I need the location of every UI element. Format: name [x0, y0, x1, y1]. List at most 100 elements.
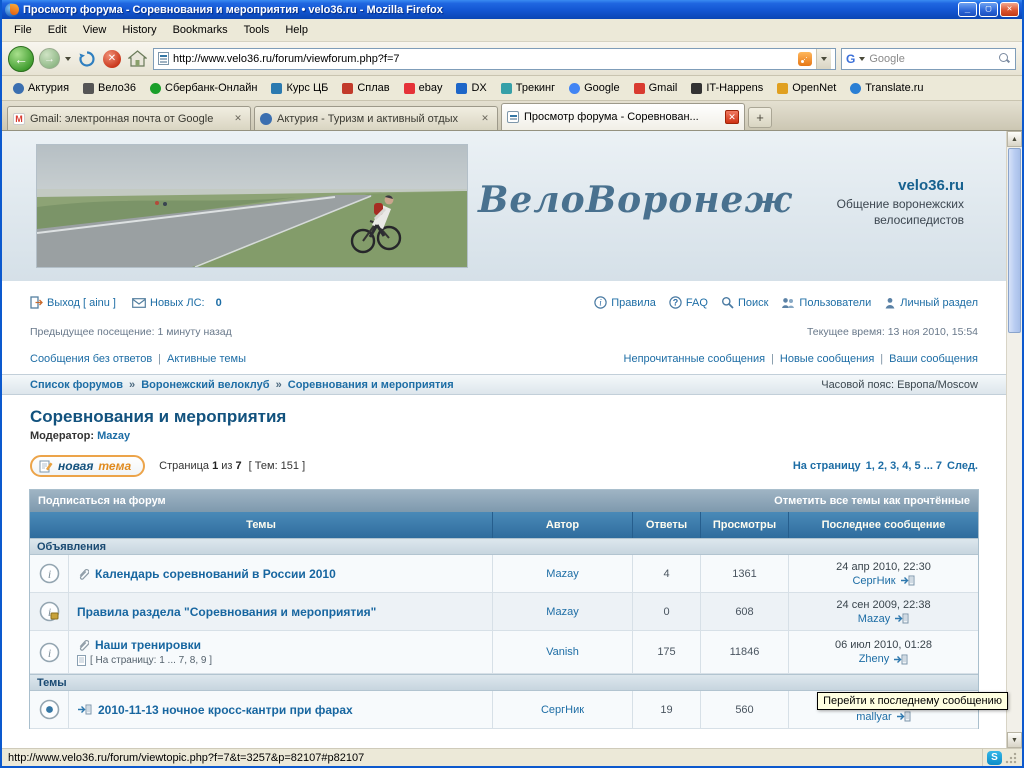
author-link[interactable]: Vanish [546, 646, 579, 658]
user-control-panel-link[interactable]: Личный раздел [884, 297, 978, 309]
skype-icon[interactable]: S [987, 751, 1002, 765]
bookmark-item[interactable]: Трекинг [494, 80, 562, 96]
forum-page: ВелоВоронеж velo36.ru Общение воронежски… [2, 131, 1006, 748]
your-posts-link[interactable]: Ваши сообщения [889, 353, 978, 365]
search-go-icon[interactable] [998, 52, 1011, 65]
bookmark-item[interactable]: Актурия [6, 80, 76, 96]
pagination-next-link[interactable]: След. [947, 460, 978, 472]
search-input[interactable]: Google [869, 53, 994, 65]
breadcrumb-board-index[interactable]: Список форумов [30, 379, 123, 391]
tab-close-icon[interactable]: ✕ [231, 112, 245, 126]
column-header-replies: Ответы [632, 512, 700, 538]
bookmark-item[interactable]: Курс ЦБ [264, 80, 335, 96]
author-link[interactable]: СергНик [541, 704, 584, 716]
menu-item[interactable]: Help [277, 20, 316, 40]
new-posts-link[interactable]: Новые сообщения [780, 353, 874, 365]
faq-link[interactable]: ? FAQ [669, 296, 708, 309]
menu-item[interactable]: Bookmarks [165, 20, 236, 40]
section-announcements: Объявления [30, 538, 978, 555]
logout-link[interactable]: Выход [ ainu ] [30, 296, 116, 309]
forward-button[interactable]: → [39, 48, 60, 69]
site-logo[interactable]: ВелоВоронеж [478, 179, 792, 221]
tab-gmail[interactable]: Gmail: электронная почта от Google ✕ [7, 106, 251, 130]
moderator-line: Модератор: Mazay [30, 430, 978, 442]
last-post-author-link[interactable]: СергНик [852, 575, 895, 587]
paperclip-icon [77, 638, 89, 652]
moderator-link[interactable]: Mazay [97, 430, 130, 442]
breadcrumb-category[interactable]: Воронежский велоклуб [141, 379, 269, 391]
url-dropdown-button[interactable] [816, 49, 831, 69]
menu-item[interactable]: History [114, 20, 164, 40]
bookmark-item[interactable]: Вело36 [76, 80, 143, 96]
last-post-author-link[interactable]: mallyar [856, 711, 891, 723]
search-box[interactable]: G Google [841, 48, 1016, 70]
refresh-button[interactable] [76, 48, 98, 70]
url-input[interactable]: http://www.velo36.ru/forum/viewforum.php… [173, 53, 794, 65]
browser-content: ВелоВоронеж velo36.ru Общение воронежски… [2, 131, 1022, 748]
new-tab-button[interactable]: + [748, 107, 772, 128]
new-topic-button[interactable]: новая тема [30, 455, 145, 477]
search-link[interactable]: Поиск [721, 296, 768, 309]
scroll-up-button[interactable]: ▲ [1007, 131, 1022, 147]
breadcrumb: Список форумов » Воронежский велоклуб » … [2, 374, 1006, 395]
vertical-scrollbar[interactable]: ▲ ▼ [1006, 131, 1022, 748]
bookmark-item[interactable]: Google [562, 80, 626, 96]
close-button[interactable]: ✕ [1000, 2, 1019, 17]
history-dropdown-icon[interactable] [65, 57, 71, 61]
bookmark-item[interactable]: OpenNet [770, 80, 843, 96]
author-link[interactable]: Mazay [546, 568, 578, 580]
controls-row: новая тема Страница 1 из 7 [ Тем: 151 ] … [30, 455, 978, 477]
menu-item[interactable]: Tools [236, 20, 278, 40]
subscribe-forum-link[interactable]: Подписаться на форум [38, 495, 166, 507]
tab-strip: Gmail: электронная почта от Google ✕ Акт… [2, 101, 1022, 131]
bookmark-item[interactable]: ebay [397, 80, 450, 96]
home-button[interactable] [126, 48, 148, 70]
bookmark-item[interactable]: DX [449, 80, 493, 96]
tab-akturia[interactable]: Актурия - Туризм и активный отдых ✕ [254, 106, 498, 130]
minimize-button[interactable]: _ [958, 2, 977, 17]
tab-forum-active[interactable]: Просмотр форума - Соревнован... ✕ [501, 103, 745, 130]
private-messages-link[interactable]: Новых ЛС: 0 [132, 297, 222, 309]
scrollbar-thumb[interactable] [1008, 148, 1021, 333]
rss-icon[interactable] [798, 52, 812, 66]
tab-close-icon[interactable]: ✕ [725, 110, 739, 124]
maximize-button[interactable]: ▢ [979, 2, 998, 17]
search-engine-dropdown-icon[interactable] [859, 57, 865, 61]
topic-title-link[interactable]: Календарь соревнований в России 2010 [95, 567, 336, 581]
active-topics-link[interactable]: Активные темы [167, 353, 246, 365]
menu-item[interactable]: File [6, 20, 40, 40]
author-link[interactable]: Mazay [546, 606, 578, 618]
stop-button[interactable]: ✕ [103, 50, 121, 68]
menu-item[interactable]: Edit [40, 20, 75, 40]
breadcrumb-forum[interactable]: Соревнования и мероприятия [288, 379, 454, 391]
mark-topics-read-link[interactable]: Отметить все темы как прочтённые [774, 495, 970, 507]
last-post-author-link[interactable]: Mazay [858, 613, 890, 625]
topic-title-link[interactable]: 2010-11-13 ночное кросс-кантри при фарах [98, 703, 353, 717]
scroll-down-button[interactable]: ▼ [1007, 732, 1022, 748]
unanswered-posts-link[interactable]: Сообщения без ответов [30, 353, 152, 365]
bookmark-item[interactable]: Gmail [627, 80, 685, 96]
bookmark-favicon [691, 83, 702, 94]
bookmark-item[interactable]: Сбербанк-Онлайн [143, 80, 264, 96]
pagination-pages[interactable]: 1, 2, 3, 4, 5 ... 7 [866, 460, 942, 472]
table-row: i Наши тренировки [ На страницу: 1 ... 7… [30, 631, 978, 674]
tab-close-icon[interactable]: ✕ [478, 112, 492, 126]
menu-item[interactable]: View [75, 20, 115, 40]
resize-grip[interactable] [1005, 752, 1017, 764]
rules-link[interactable]: i Правила [594, 296, 656, 309]
replies-count: 4 [632, 555, 700, 592]
unread-posts-link[interactable]: Непрочитанные сообщения [624, 353, 766, 365]
bookmark-item[interactable]: Сплав [335, 80, 396, 96]
topic-title-link[interactable]: Правила раздела "Соревнования и мероприя… [77, 605, 376, 619]
url-bar[interactable]: http://www.velo36.ru/forum/viewforum.php… [153, 48, 836, 70]
last-post-author-link[interactable]: Zheny [859, 653, 890, 665]
goto-pages[interactable]: [ На страницу: 1 ... 7, 8, 9 ] [90, 655, 212, 666]
bookmark-item[interactable]: Translate.ru [843, 80, 930, 96]
tab-title: Gmail: электронная почта от Google [30, 113, 226, 125]
bookmark-item[interactable]: IT-Happens [684, 80, 770, 96]
back-button[interactable]: ← [8, 46, 34, 72]
goto-last-post-icon [900, 575, 915, 586]
topic-title-link[interactable]: Наши тренировки [95, 638, 201, 652]
members-link[interactable]: Пользователи [781, 297, 871, 309]
site-name: velo36.ru [804, 177, 964, 194]
